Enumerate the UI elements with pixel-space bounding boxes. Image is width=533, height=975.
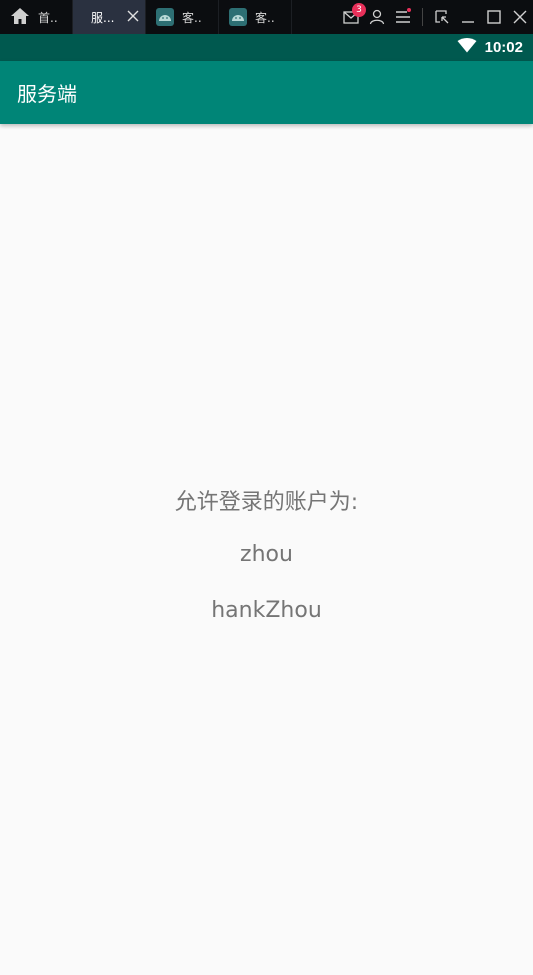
- user-icon: [369, 9, 385, 25]
- wifi-icon: [457, 38, 477, 57]
- divider: [422, 8, 423, 26]
- maximize-icon: [487, 10, 501, 24]
- minimize-icon: [461, 10, 475, 24]
- screenshot-button[interactable]: [429, 0, 455, 34]
- tab-home[interactable]: 首..: [0, 0, 73, 34]
- home-icon: [10, 7, 30, 28]
- emulator-titlebar: 首.. 服... 客.. 客.. 3: [0, 0, 533, 34]
- main-content: 允许登录的账户为: zhou hankZhou: [0, 124, 533, 975]
- account-item: hankZhou: [211, 598, 322, 623]
- crop-icon: [434, 9, 450, 25]
- tab-label: 客..: [255, 10, 275, 25]
- allowed-accounts-heading: 允许登录的账户为:: [174, 490, 359, 515]
- mail-button[interactable]: 3: [338, 0, 366, 34]
- close-icon: [513, 10, 527, 24]
- tab-label: 首..: [38, 10, 58, 25]
- status-time: 10:02: [484, 39, 523, 56]
- account-item: zhou: [240, 542, 293, 567]
- close-icon[interactable]: [125, 8, 141, 24]
- app-title: 服务端: [17, 82, 77, 106]
- tab-label: 客..: [182, 10, 202, 25]
- minimize-button[interactable]: [455, 0, 481, 34]
- tab-client-1[interactable]: 客..: [146, 0, 219, 34]
- tab-client-2[interactable]: 客..: [219, 0, 292, 34]
- window-controls: 3: [338, 0, 533, 34]
- android-app-icon: [229, 8, 247, 26]
- account-button[interactable]: [364, 0, 390, 34]
- app-toolbar: 服务端: [0, 61, 533, 124]
- status-bar: 10:02: [0, 34, 533, 61]
- menu-button[interactable]: [390, 0, 416, 34]
- close-button[interactable]: [507, 0, 533, 34]
- tab-server[interactable]: 服...: [73, 0, 146, 34]
- notification-dot: [407, 8, 411, 12]
- android-app-icon: [156, 8, 174, 26]
- maximize-button[interactable]: [481, 0, 507, 34]
- tab-label: 服...: [91, 10, 115, 25]
- menu-icon: [395, 10, 411, 24]
